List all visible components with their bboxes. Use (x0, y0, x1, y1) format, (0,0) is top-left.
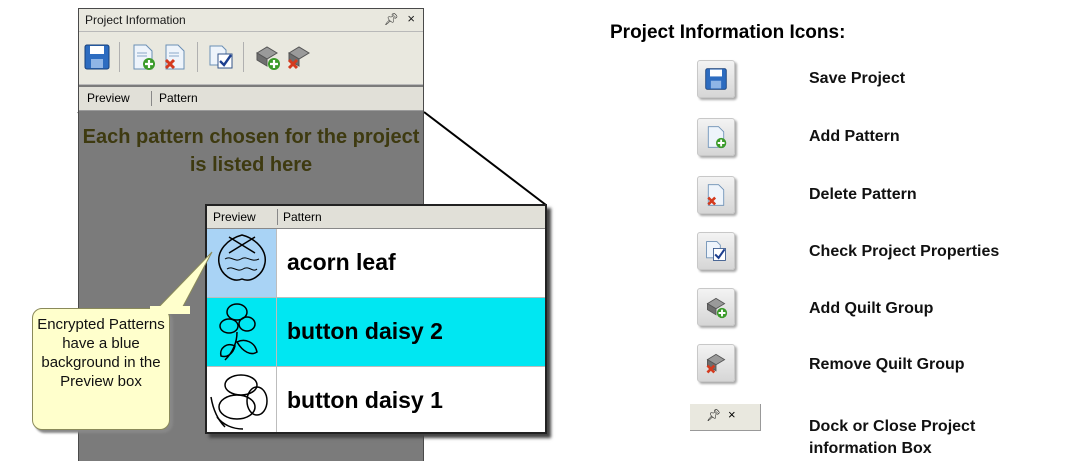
tab-preview[interactable]: Preview (87, 91, 130, 105)
pattern-row-selected[interactable]: button daisy 2 (207, 298, 545, 367)
legend-label: Save Project (809, 70, 906, 87)
close-icon: × (728, 407, 736, 422)
toolbar-separator (243, 42, 244, 72)
legend-add-pattern-icon (697, 118, 737, 158)
legend-delete-pattern-icon (697, 176, 737, 216)
save-icon[interactable] (83, 43, 111, 71)
pin-icon[interactable]: 📌︎ (384, 12, 399, 26)
legend-label: Add Pattern (809, 128, 900, 145)
toolbar-separator (197, 42, 198, 72)
pattern-row[interactable]: button daisy 1 (207, 367, 545, 432)
legend-label: Check Project Properties (809, 243, 1000, 260)
encrypted-patterns-callout: Encrypted Patterns have a blue backgroun… (32, 308, 170, 430)
column-divider (151, 91, 152, 106)
panel-note: Each pattern chosen for the project is l… (82, 126, 420, 176)
legend-check-properties-icon (697, 232, 737, 272)
column-divider (277, 209, 278, 225)
legend-save-icon (697, 60, 737, 100)
button-daisy-thumbnail (210, 374, 268, 430)
legend-add-quilt-group-icon (697, 288, 737, 328)
panel-column-header: Preview Pattern (79, 87, 423, 111)
pattern-name: acorn leaf (287, 249, 396, 275)
toolbar-separator (119, 42, 120, 72)
pattern-name: button daisy 1 (287, 387, 443, 413)
legend-title: Project Information Icons: (610, 22, 846, 43)
add-pattern-icon[interactable] (129, 43, 157, 71)
tab-pattern[interactable]: Pattern (159, 91, 198, 105)
check-properties-icon[interactable] (207, 43, 235, 71)
panel-title: Project Information (85, 13, 186, 27)
legend-dock-close-icon: 📌︎ × (690, 404, 761, 431)
legend-label: Remove Quilt Group (809, 356, 965, 373)
pin-icon: 📌︎ (706, 408, 722, 422)
delete-pattern-icon[interactable] (161, 43, 189, 71)
legend-remove-quilt-group-icon (697, 344, 737, 384)
column-preview[interactable]: Preview (213, 210, 256, 224)
callout-pointer-cover (150, 306, 190, 314)
panel-titlebar: Project Information 📌︎ × (79, 9, 423, 32)
pattern-row[interactable]: acorn leaf (207, 229, 545, 298)
pattern-list-header: Preview Pattern (207, 206, 545, 229)
pattern-preview (207, 367, 277, 432)
panel-toolbar (79, 32, 423, 85)
pattern-name: button daisy 2 (287, 318, 443, 344)
pattern-list-zoom: Preview Pattern acorn leaf button daisy … (205, 204, 547, 434)
legend-label: Add Quilt Group (809, 300, 934, 317)
add-quilt-group-icon[interactable] (253, 43, 281, 71)
legend-label: Dock or Close Project information Box (809, 418, 976, 457)
close-icon[interactable]: × (407, 11, 415, 26)
remove-quilt-group-icon[interactable] (285, 43, 313, 71)
legend-label: Delete Pattern (809, 186, 917, 203)
column-pattern[interactable]: Pattern (283, 210, 322, 224)
